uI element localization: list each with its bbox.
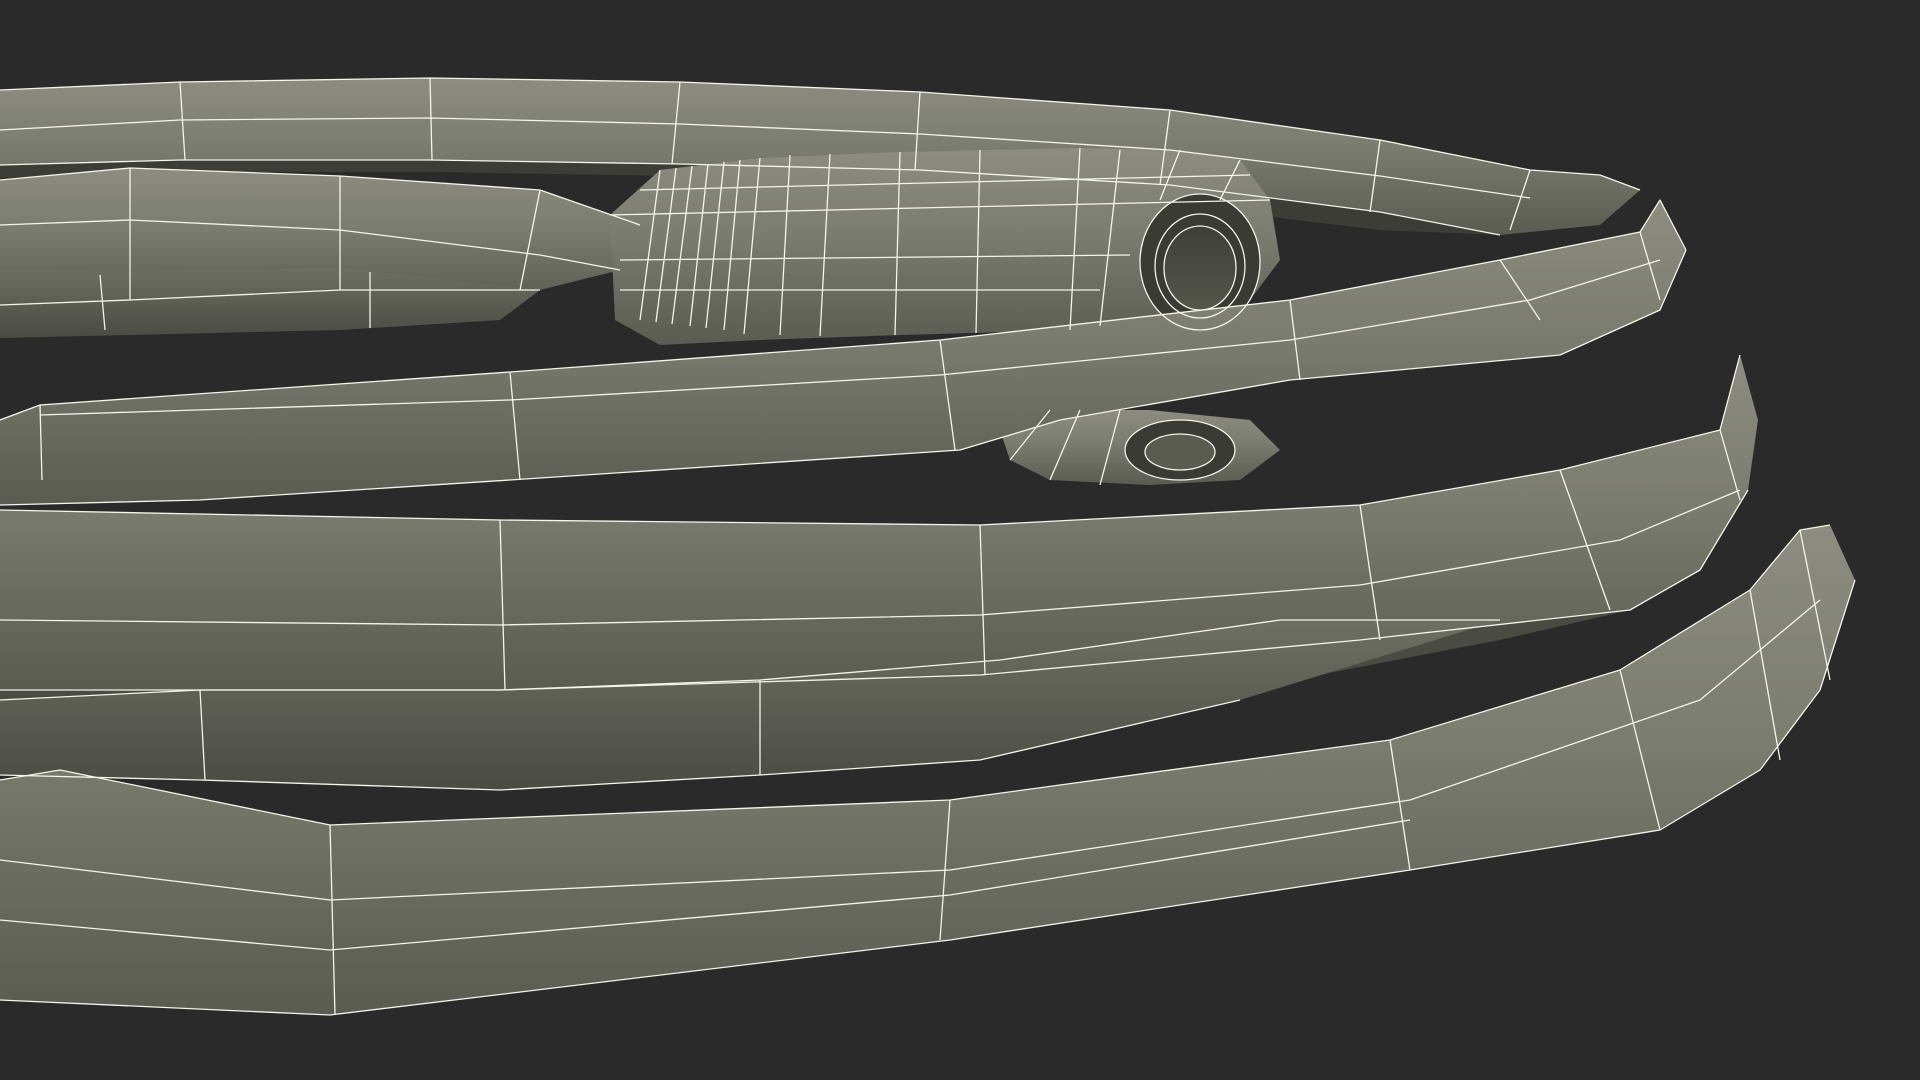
render-viewport — [0, 0, 1920, 1080]
